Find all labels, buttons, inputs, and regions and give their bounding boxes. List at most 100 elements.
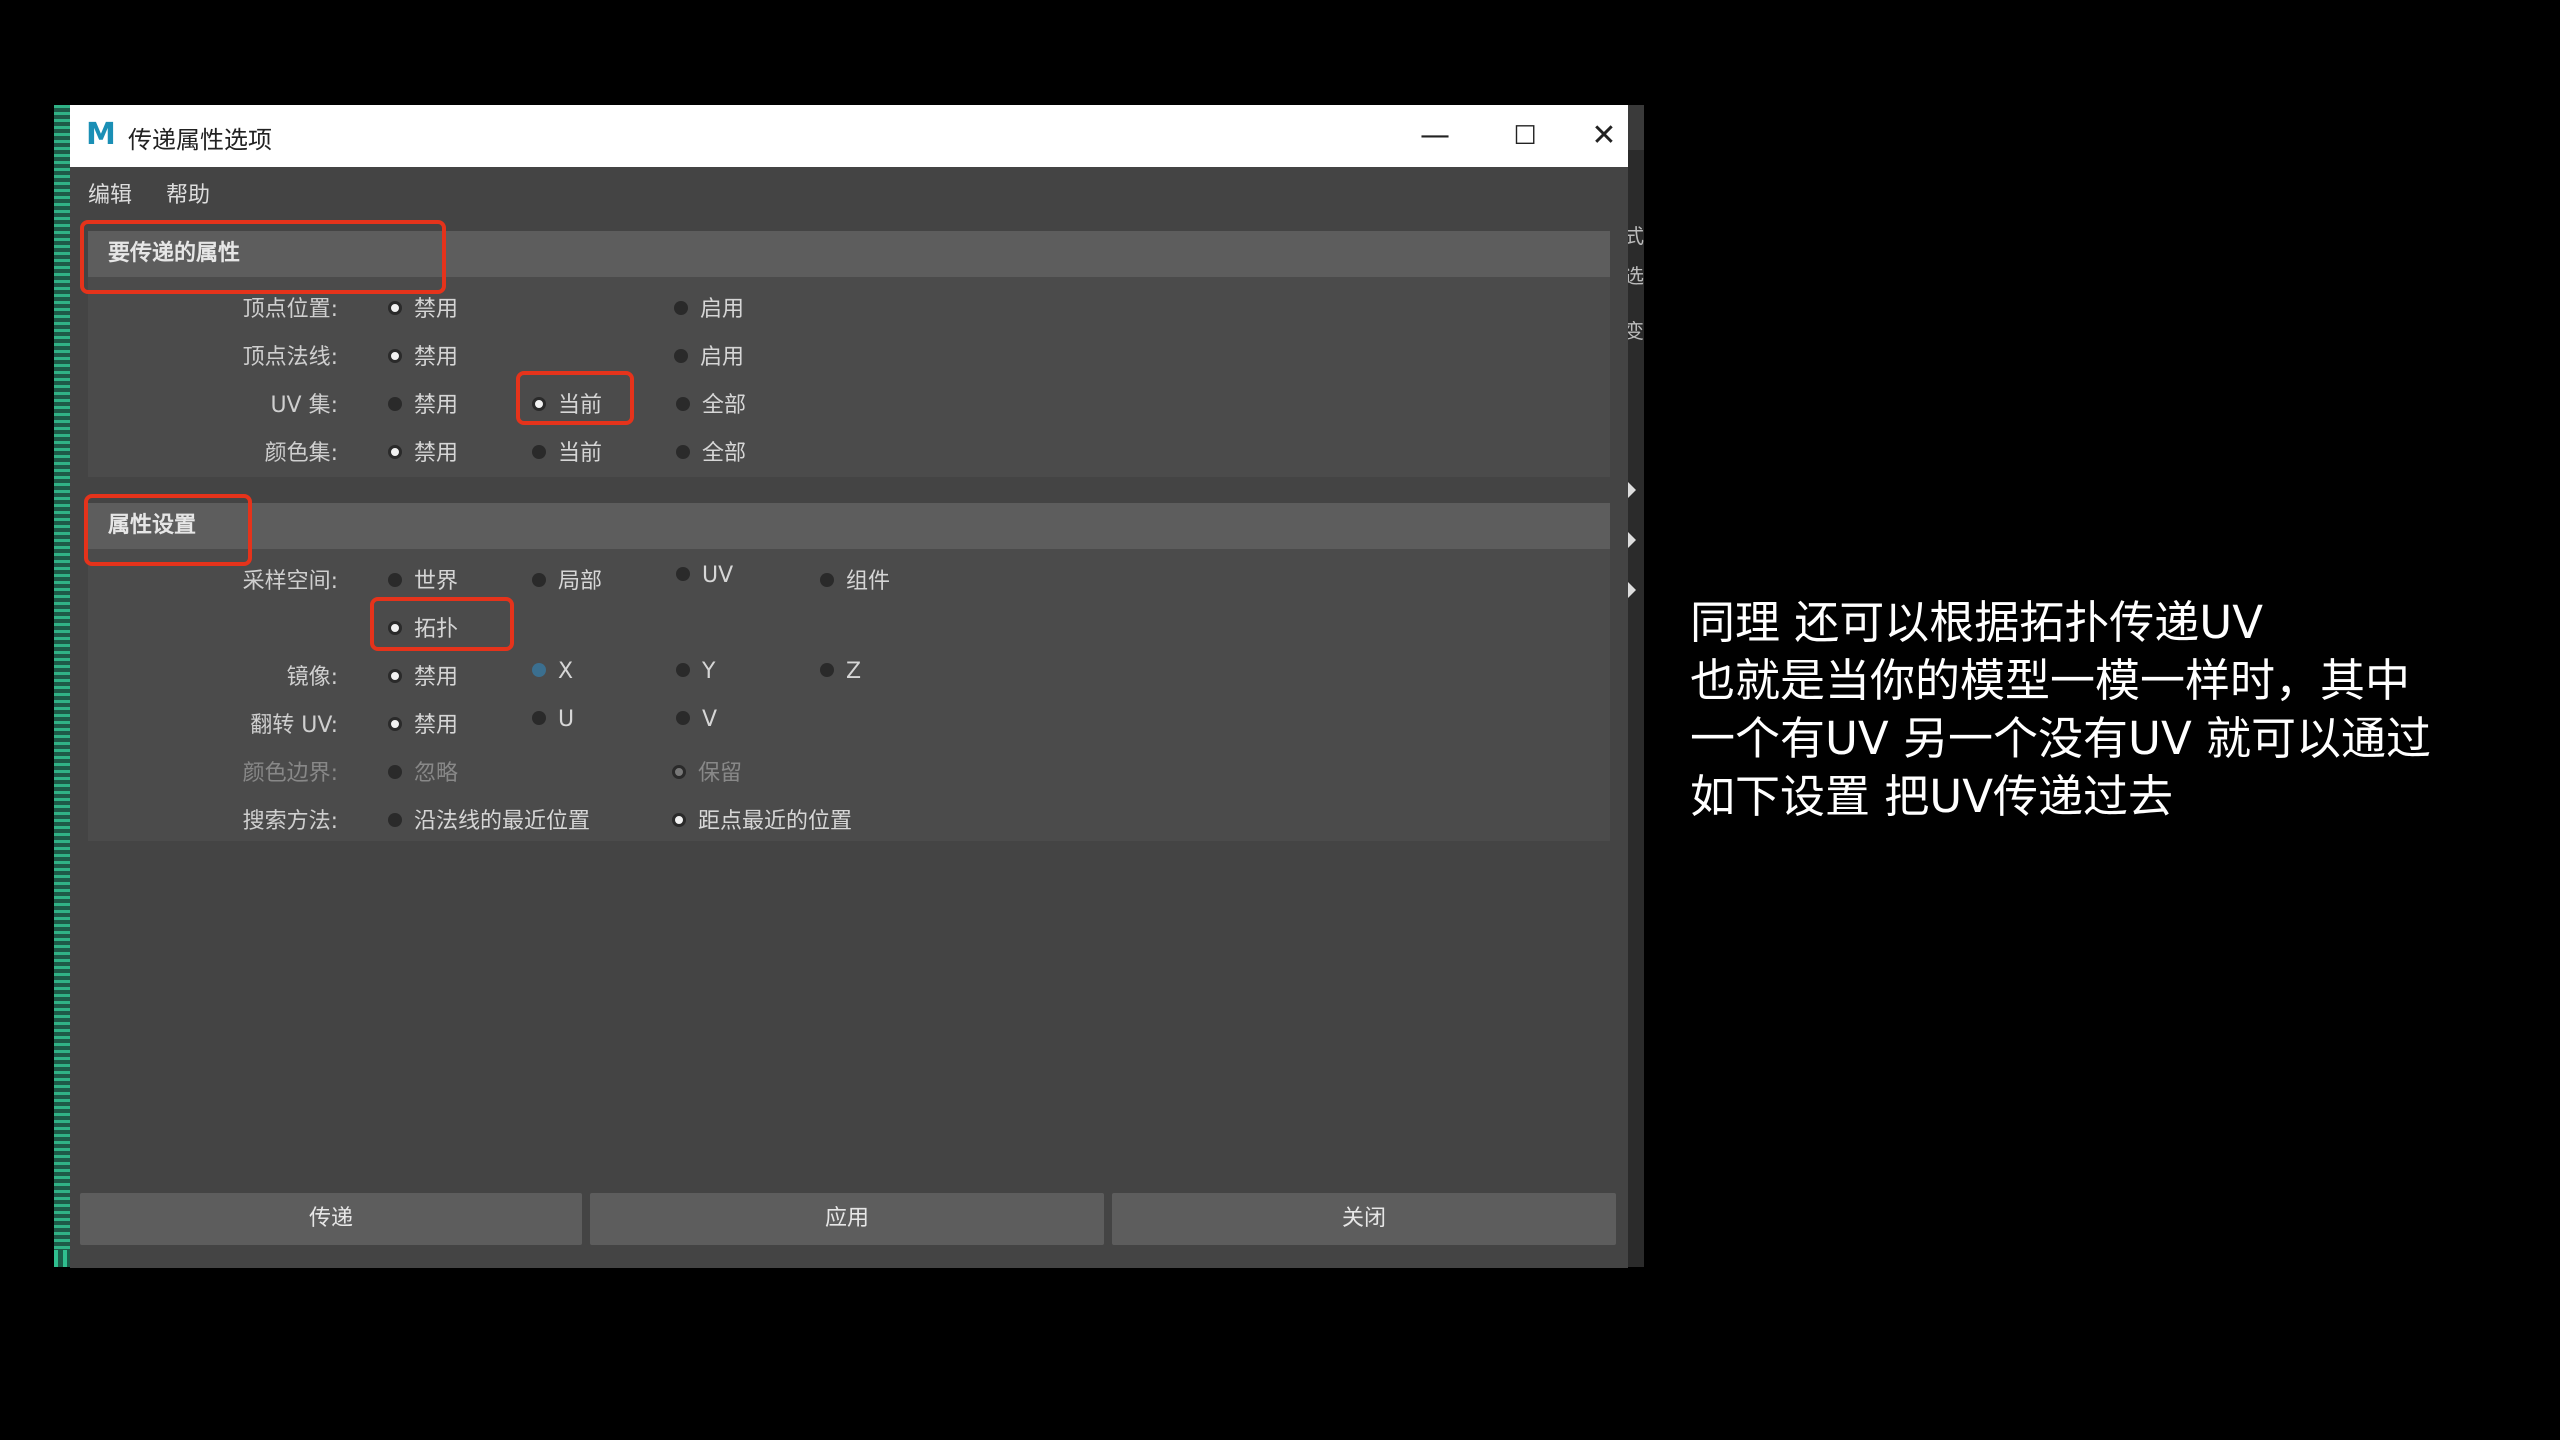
tutorial-caption: 同理 还可以根据拓扑传递UV 也就是当你的模型一模一样时，其中 一个有UV 另一… bbox=[1690, 594, 2510, 826]
section-header-attribute-settings[interactable]: 属性设置 bbox=[88, 503, 1610, 549]
radio-dot bbox=[388, 397, 402, 411]
radio-sample-component[interactable]: 组件 bbox=[820, 563, 890, 595]
option-label: V bbox=[702, 707, 718, 732]
menu-edit[interactable]: 编辑 bbox=[88, 177, 132, 209]
options-content: 要传递的属性 顶点位置: 禁用 启用 顶点法线: 禁用 启用 UV 集: 禁用 … bbox=[78, 217, 1620, 1177]
option-label: 世界 bbox=[414, 569, 459, 594]
radio-dot bbox=[388, 349, 402, 363]
radio-vertex-position-off[interactable]: 禁用 bbox=[388, 291, 458, 323]
radio-mirror-x[interactable]: X bbox=[532, 659, 573, 684]
radio-mirror-z[interactable]: Z bbox=[820, 659, 861, 684]
option-label: 当前 bbox=[558, 441, 603, 466]
radio-color-set-current[interactable]: 当前 bbox=[532, 435, 602, 467]
label-color-border: 颜色边界: bbox=[242, 761, 338, 786]
radio-vertex-position-on[interactable]: 启用 bbox=[674, 291, 744, 323]
close-button[interactable]: 关闭 bbox=[1112, 1193, 1616, 1245]
radio-dot bbox=[388, 669, 402, 683]
option-label: 禁用 bbox=[414, 665, 459, 690]
caption-line-2: 也就是当你的模型一模一样时，其中 bbox=[1690, 654, 2411, 707]
radio-dot bbox=[676, 397, 690, 411]
option-label: 组件 bbox=[846, 569, 891, 594]
menu-help[interactable]: 帮助 bbox=[166, 177, 210, 209]
radio-color-border-keep: 保留 bbox=[672, 755, 742, 787]
radio-dot bbox=[388, 301, 402, 315]
radio-search-normal[interactable]: 沿法线的最近位置 bbox=[388, 803, 590, 835]
radio-dot bbox=[676, 567, 690, 581]
radio-sample-local[interactable]: 局部 bbox=[532, 563, 602, 595]
radio-search-closest-point[interactable]: 距点最近的位置 bbox=[672, 803, 852, 835]
radio-dot bbox=[388, 813, 402, 827]
radio-dot bbox=[388, 717, 402, 731]
radio-flip-uv-u[interactable]: U bbox=[532, 707, 574, 732]
option-label: 全部 bbox=[702, 393, 747, 418]
radio-color-set-all[interactable]: 全部 bbox=[676, 435, 746, 467]
radio-dot bbox=[532, 573, 546, 587]
option-label: 沿法线的最近位置 bbox=[414, 809, 591, 834]
option-label: 禁用 bbox=[414, 713, 459, 738]
option-label: 全部 bbox=[702, 441, 747, 466]
option-label: 保留 bbox=[698, 761, 743, 786]
label-sample-space: 采样空间: bbox=[242, 569, 338, 594]
radio-color-set-off[interactable]: 禁用 bbox=[388, 435, 458, 467]
radio-vertex-normal-off[interactable]: 禁用 bbox=[388, 339, 458, 371]
radio-dot bbox=[676, 445, 690, 459]
window-title: 传递属性选项 bbox=[128, 126, 272, 154]
radio-dot bbox=[820, 663, 834, 677]
highlight-box-section1 bbox=[80, 220, 446, 294]
radio-flip-uv-off[interactable]: 禁用 bbox=[388, 707, 458, 739]
radio-mirror-off[interactable]: 禁用 bbox=[388, 659, 458, 691]
radio-uv-set-off[interactable]: 禁用 bbox=[388, 387, 458, 419]
label-color-set: 颜色集: bbox=[264, 441, 338, 466]
radio-vertex-normal-on[interactable]: 启用 bbox=[674, 339, 744, 371]
radio-color-border-ignore: 忽略 bbox=[388, 755, 458, 787]
highlight-box-uv-current bbox=[516, 371, 634, 425]
radio-sample-world[interactable]: 世界 bbox=[388, 563, 458, 595]
title-bar[interactable]: M 传递属性选项 — ☐ ✕ bbox=[70, 105, 1628, 167]
radio-mirror-y[interactable]: Y bbox=[676, 659, 715, 684]
option-label: 忽略 bbox=[414, 761, 459, 786]
option-label: 禁用 bbox=[414, 297, 459, 322]
option-label: Y bbox=[702, 659, 716, 684]
label-uv-set: UV 集: bbox=[270, 393, 338, 418]
minimize-button[interactable]: — bbox=[1400, 111, 1470, 161]
radio-dot bbox=[672, 813, 686, 827]
radio-dot bbox=[532, 711, 546, 725]
transfer-button[interactable]: 传递 bbox=[80, 1193, 582, 1245]
radio-dot bbox=[388, 765, 402, 779]
radio-uv-set-all[interactable]: 全部 bbox=[676, 387, 746, 419]
caption-line-4: 如下设置 把UV传递过去 bbox=[1690, 770, 2174, 823]
apply-button[interactable]: 应用 bbox=[590, 1193, 1104, 1245]
button-bar: 传递 应用 关闭 bbox=[78, 1185, 1620, 1257]
maya-logo-icon: M bbox=[86, 117, 116, 152]
option-label: UV bbox=[702, 563, 734, 588]
radio-dot bbox=[674, 349, 688, 363]
caption-line-3: 一个有UV 另一个没有UV 就可以通过 bbox=[1690, 712, 2432, 765]
option-label: 启用 bbox=[700, 345, 745, 370]
menu-bar: 编辑 帮助 bbox=[70, 167, 1628, 213]
transfer-attributes-dialog: M 传递属性选项 — ☐ ✕ 编辑 帮助 要传递的属性 顶点位置: 禁用 启用 … bbox=[70, 105, 1628, 1268]
maximize-button[interactable]: ☐ bbox=[1490, 111, 1560, 161]
option-label: 禁用 bbox=[414, 345, 459, 370]
option-label: 局部 bbox=[558, 569, 603, 594]
option-label: 禁用 bbox=[414, 393, 459, 418]
radio-dot bbox=[676, 711, 690, 725]
highlight-box-topology bbox=[370, 597, 514, 651]
radio-sample-uv[interactable]: UV bbox=[676, 563, 733, 588]
option-label: Z bbox=[846, 659, 862, 684]
label-mirror: 镜像: bbox=[286, 665, 338, 690]
radio-dot bbox=[532, 445, 546, 459]
option-label: U bbox=[558, 707, 575, 732]
radio-dot bbox=[532, 663, 546, 677]
label-search-method: 搜索方法: bbox=[242, 809, 338, 834]
radio-dot bbox=[388, 573, 402, 587]
option-label: 距点最近的位置 bbox=[698, 809, 853, 834]
radio-dot bbox=[388, 445, 402, 459]
option-label: 启用 bbox=[700, 297, 745, 322]
option-label: X bbox=[558, 659, 574, 684]
radio-dot bbox=[672, 765, 686, 779]
close-window-button[interactable]: ✕ bbox=[1580, 111, 1628, 161]
option-label: 禁用 bbox=[414, 441, 459, 466]
label-flip-uv: 翻转 UV: bbox=[250, 713, 338, 738]
caption-line-1: 同理 还可以根据拓扑传递UV bbox=[1690, 596, 2264, 649]
radio-flip-uv-v[interactable]: V bbox=[676, 707, 717, 732]
